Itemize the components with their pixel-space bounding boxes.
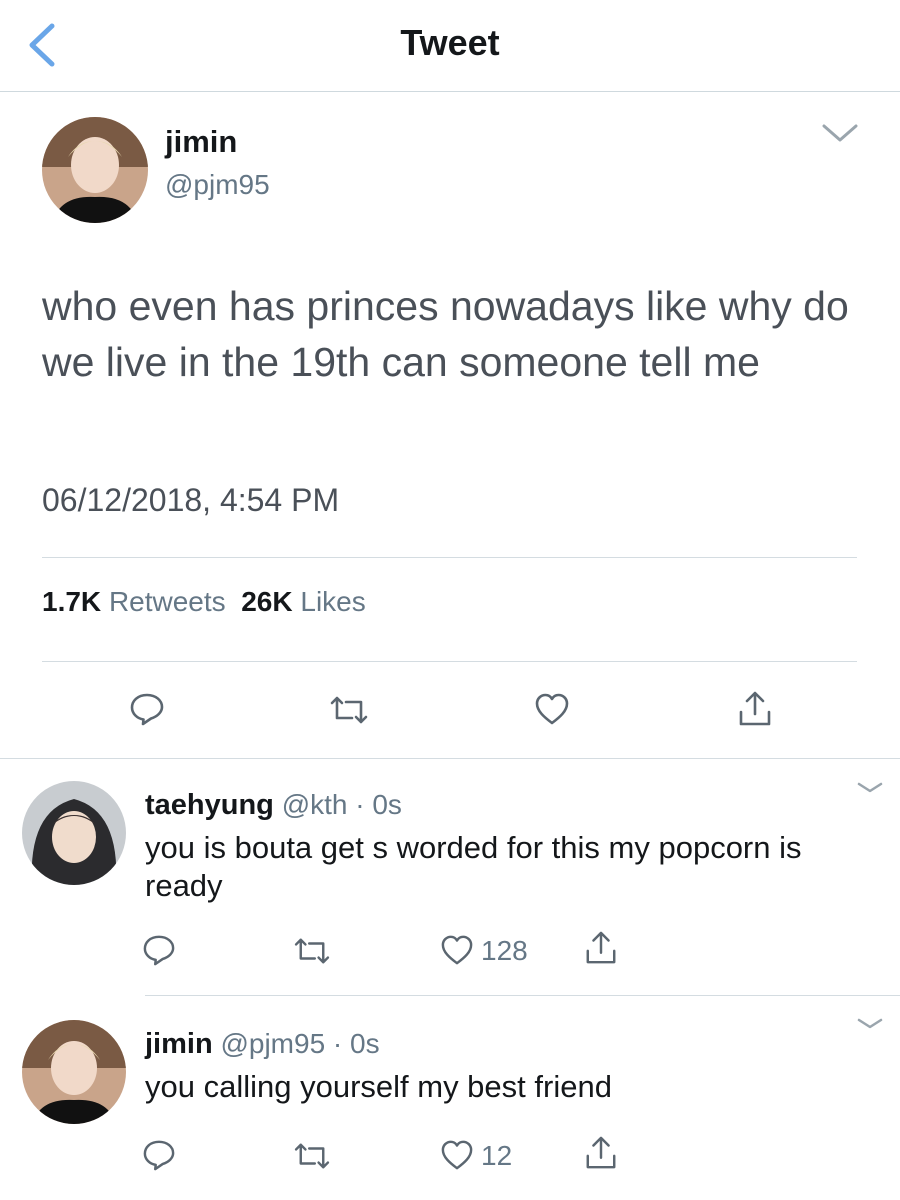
tweet-text: who even has princes nowadays like why d… xyxy=(42,283,849,385)
page-title: Tweet xyxy=(400,22,500,63)
reply-author-handle[interactable]: @pjm95 xyxy=(220,1028,325,1059)
like-count: 12 xyxy=(481,1140,513,1171)
divider xyxy=(42,557,857,558)
separator-dot: · xyxy=(355,789,365,820)
reply-author-handle[interactable]: @kth xyxy=(282,789,348,820)
likes-label: Likes xyxy=(300,586,366,617)
author-name[interactable]: jimin xyxy=(165,124,237,160)
tweet-timestamp: 06/12/2018, 4:54 PM xyxy=(42,482,340,518)
divider xyxy=(145,995,900,996)
reply-time: 0s xyxy=(372,789,402,820)
reply-author-name[interactable]: taehyung xyxy=(145,789,274,821)
retweet-icon[interactable] xyxy=(292,1141,332,1171)
like-count: 128 xyxy=(481,935,528,966)
like-icon[interactable] xyxy=(440,1139,474,1171)
retweet-icon[interactable] xyxy=(292,936,332,966)
reply-icon[interactable] xyxy=(129,692,165,726)
nav-bar: Tweet xyxy=(0,0,900,92)
retweets-count: 1.7K xyxy=(42,586,102,617)
retweets-stat[interactable]: 1.7K Retweets xyxy=(42,586,226,617)
reply-author-name[interactable]: jimin xyxy=(145,1028,213,1060)
reply-time: 0s xyxy=(350,1028,380,1059)
share-icon[interactable] xyxy=(737,690,773,728)
reply-header: jimin @pjm95 · 0s xyxy=(145,1028,380,1061)
like-icon[interactable] xyxy=(440,934,474,966)
chevron-down-icon[interactable] xyxy=(855,1014,885,1034)
reply-icon[interactable] xyxy=(142,934,176,966)
share-icon[interactable] xyxy=(584,930,618,966)
nav-divider xyxy=(0,91,900,92)
retweet-icon[interactable] xyxy=(328,694,370,726)
reply-icon[interactable] xyxy=(142,1139,176,1171)
chevron-down-icon[interactable] xyxy=(820,120,860,148)
divider xyxy=(42,661,857,662)
reply-header: taehyung @kth · 0s xyxy=(145,789,402,822)
avatar[interactable] xyxy=(22,781,126,885)
retweets-label: Retweets xyxy=(108,586,226,617)
like-icon[interactable] xyxy=(534,692,570,726)
share-icon[interactable] xyxy=(584,1135,618,1171)
avatar[interactable] xyxy=(22,1020,126,1124)
reply-text: you is bouta get s worded for this my po… xyxy=(145,830,802,903)
reply-text: you calling yourself my best friend xyxy=(145,1069,612,1104)
chevron-down-icon[interactable] xyxy=(855,778,885,798)
tweet-stats: 1.7K Retweets 26K Likes xyxy=(42,586,366,618)
separator-dot: · xyxy=(332,1028,343,1059)
likes-stat[interactable]: 26K Likes xyxy=(241,586,366,617)
author-handle[interactable]: @pjm95 xyxy=(165,169,270,201)
divider xyxy=(0,758,900,759)
likes-count: 26K xyxy=(241,586,293,617)
avatar[interactable] xyxy=(42,117,148,223)
